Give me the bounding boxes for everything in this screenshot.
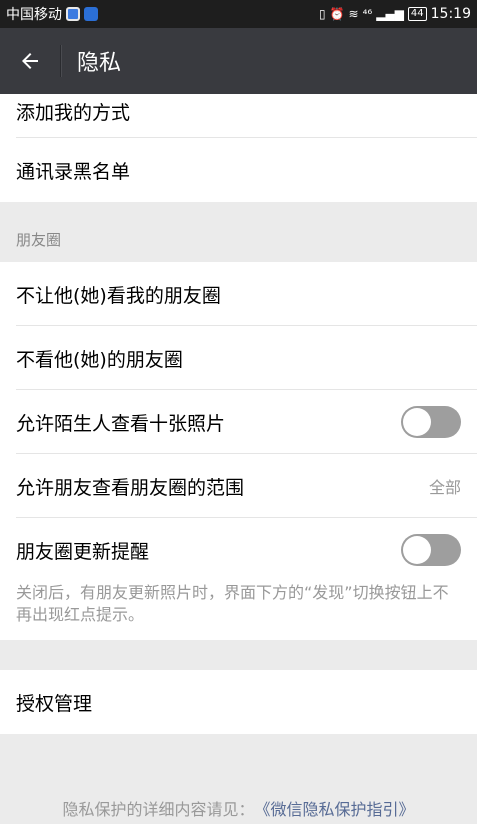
privacy-guide-link[interactable]: 《微信隐私保护指引》	[255, 796, 415, 820]
signal-bars-icon: ▂▄▆	[376, 7, 404, 21]
back-arrow-icon	[22, 53, 38, 69]
dont-see-label: 不看他(她)的朋友圈	[16, 348, 183, 371]
status-left: 中国移动	[6, 4, 98, 24]
reminder-note: 关闭后，有朋友更新照片时，界面下方的“发现”切换按钮上不再出现红点提示。	[0, 582, 477, 640]
add-me-methods-item[interactable]: 添加我的方式	[0, 94, 477, 138]
nav-bar: 隐私	[0, 28, 477, 94]
moments-section-header: 朋友圈	[0, 202, 477, 262]
authorization-manage-item[interactable]: 授权管理	[0, 670, 477, 734]
stranger-ten-photos-label: 允许陌生人查看十张照片	[16, 412, 226, 435]
friend-view-range-item[interactable]: 允许朋友查看朋友圈的范围 全部	[0, 454, 477, 518]
dont-see-item[interactable]: 不看他(她)的朋友圈	[0, 326, 477, 390]
moments-section-label: 朋友圈	[16, 231, 62, 249]
toggle-knob	[403, 536, 431, 564]
contacts-blacklist-label: 通讯录黑名单	[16, 160, 131, 183]
vibrate-icon: ▯	[318, 7, 326, 21]
notification-app-icon	[66, 7, 80, 21]
authorization-manage-label: 授权管理	[16, 692, 93, 715]
nav-divider	[60, 45, 61, 77]
clock: 15:19	[430, 6, 471, 22]
section-gap	[0, 640, 477, 670]
cellular-signal-icon: ⁴⁶	[362, 7, 373, 21]
stranger-ten-photos-toggle[interactable]	[401, 406, 461, 438]
privacy-footer: 隐私保护的详细内容请见： 《微信隐私保护指引》	[0, 734, 477, 824]
status-right: ▯ ⏰ ≋ ⁴⁶ ▂▄▆ 44 15:19	[319, 6, 471, 22]
moments-update-reminder-item: 朋友圈更新提醒	[0, 518, 477, 582]
status-bar: 中国移动 ▯ ⏰ ≋ ⁴⁶ ▂▄▆ 44 15:19	[0, 0, 477, 28]
moments-update-reminder-toggle[interactable]	[401, 534, 461, 566]
stranger-ten-photos-item: 允许陌生人查看十张照片	[0, 390, 477, 454]
moments-update-reminder-label: 朋友圈更新提醒	[16, 540, 150, 563]
carrier-label: 中国移动	[6, 7, 62, 23]
friend-view-range-value: 全部	[428, 478, 461, 497]
wifi-icon: ≋	[348, 7, 359, 21]
page-title: 隐私	[77, 51, 122, 76]
footer-prefix: 隐私保护的详细内容请见：	[62, 800, 255, 819]
friend-view-range-label: 允许朋友查看朋友圈的范围	[16, 476, 245, 499]
contacts-blacklist-item[interactable]: 通讯录黑名单	[0, 138, 477, 202]
dont-let-see-label: 不让他(她)看我的朋友圈	[16, 284, 221, 307]
alarm-icon: ⏰	[329, 7, 345, 21]
notification-app-icon-2	[84, 7, 98, 21]
add-me-methods-label: 添加我的方式	[16, 102, 131, 124]
dont-let-see-item[interactable]: 不让他(她)看我的朋友圈	[0, 262, 477, 326]
toggle-knob	[403, 408, 431, 436]
battery-icon: 44	[407, 7, 427, 21]
back-button[interactable]	[0, 28, 60, 94]
settings-content: 添加我的方式 通讯录黑名单 朋友圈 不让他(她)看我的朋友圈 不看他(她)的朋友…	[0, 94, 477, 824]
